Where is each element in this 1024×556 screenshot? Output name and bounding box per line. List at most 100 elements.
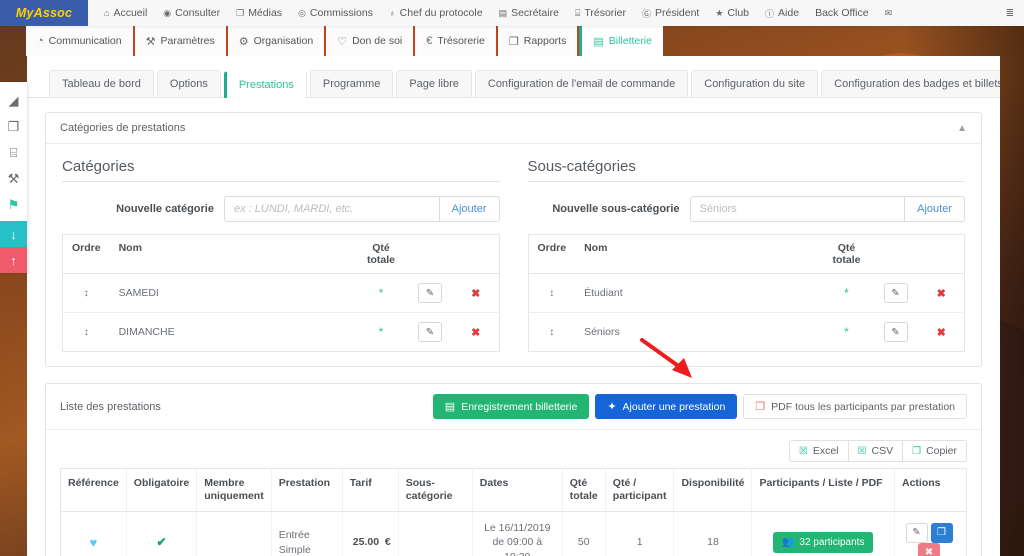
edit-icon[interactable]: ✎	[418, 283, 442, 303]
row-tarif: 25.00 €	[342, 511, 399, 556]
subcategory-order-handle[interactable]: ↕	[528, 312, 576, 352]
tab-prestations[interactable]: Prestations	[223, 71, 307, 98]
module-item-label: Communication	[48, 35, 122, 47]
button-label: Enregistrement billetterie	[461, 400, 578, 413]
categories-heading: Catégories	[62, 158, 500, 182]
ajouter-une-prestation-button[interactable]: ✦ Ajouter une prestation	[595, 394, 738, 419]
tab-programme[interactable]: Programme	[309, 70, 394, 97]
new-category-form: Nouvelle catégorie Ajouter	[62, 196, 500, 222]
arrow-up-icon[interactable]: ↑	[0, 247, 27, 273]
globe-icon: Ⓖ	[641, 8, 651, 19]
delete-icon[interactable]: ✖	[918, 542, 940, 556]
topnav-item-0[interactable]: ⌂ Accueil	[96, 0, 155, 26]
subcategory-order-handle[interactable]: ↕	[528, 273, 576, 313]
add-subcategory-button[interactable]: Ajouter	[904, 196, 965, 222]
topnav-item-label: Trésorier	[584, 7, 626, 19]
tab-configuration-des-badges-et-billets[interactable]: Configuration des badges et billets	[821, 70, 1000, 97]
enregistrement-billetterie-button[interactable]: ▤ Enregistrement billetterie	[432, 394, 590, 419]
subcategories-heading: Sous-catégories	[527, 158, 965, 182]
prestations-col-9: Disponibilité	[673, 468, 753, 513]
tab-tableau-de-bord[interactable]: Tableau de bord	[49, 70, 154, 97]
module-item-billetterie[interactable]: ▤ Billetterie	[579, 26, 663, 56]
subcategory-qty: *	[820, 273, 873, 313]
topnav-item-5[interactable]: ▤ Secrétaire	[491, 0, 567, 26]
gears-icon: ⚙	[238, 35, 249, 48]
category-col-1: Nom	[109, 234, 355, 274]
delete-icon[interactable]: ✖	[929, 283, 954, 303]
tab-options[interactable]: Options	[156, 70, 221, 97]
module-item-rapports[interactable]: ❐ Rapports	[497, 26, 580, 56]
chevron-up-icon[interactable]: ▲	[957, 123, 967, 134]
row-disponibilite: 18	[673, 511, 753, 556]
edit-icon[interactable]: ✎	[883, 283, 908, 303]
plus-icon: ✦	[607, 401, 617, 413]
prestations-col-8: Qté / participant	[605, 468, 675, 513]
wrench-icon[interactable]: ⚒	[0, 166, 27, 192]
topnav-item-4[interactable]: ♁ Chef du protocole	[381, 0, 491, 26]
categories-panel-header[interactable]: Catégories de prestations ▲	[46, 113, 981, 144]
map-pin-icon[interactable]: ⚑	[0, 192, 27, 218]
new-subcategory-input[interactable]	[689, 196, 905, 222]
categories-panel-body: Catégories Nouvelle catégorie Ajouter Or…	[46, 144, 981, 366]
delete-icon[interactable]: ✖	[929, 322, 954, 342]
tab-configuration-du-site[interactable]: Configuration du site	[691, 70, 819, 97]
new-category-input[interactable]	[224, 196, 439, 222]
banknote-icon[interactable]: ⌸	[0, 140, 27, 166]
edit-icon[interactable]: ✎	[418, 322, 442, 342]
topnav-item-label: Commissions	[309, 7, 373, 19]
edit-icon[interactable]: ✎	[883, 322, 908, 342]
topnav-item-2[interactable]: ❐ Médias	[228, 0, 290, 26]
export-excel-button[interactable]: ☒ Excel	[788, 440, 849, 462]
module-item-communication[interactable]: ◔ Communication	[26, 26, 135, 56]
topnav-item-1[interactable]: ◉ Consulter	[155, 0, 228, 26]
module-item-param-tres[interactable]: ⚒ Paramètres	[134, 26, 228, 56]
button-label: Ajouter une prestation	[622, 400, 726, 413]
copy-icon: ❐	[508, 35, 519, 48]
tab-configuration-de-l-email-de-commande[interactable]: Configuration de l'email de commande	[474, 70, 689, 97]
module-item-don-de-soi[interactable]: ♡ Don de soi	[326, 26, 416, 56]
file-icon: ❐	[236, 7, 245, 18]
pdf-icon: ❐	[755, 401, 766, 413]
duplicate-icon[interactable]: ❐	[930, 522, 953, 543]
csv-icon: ☒	[857, 445, 867, 457]
tab-page-libre[interactable]: Page libre	[396, 70, 472, 97]
subcategory-col-3	[872, 234, 919, 274]
pdf-tous-les-participants-par-prestation-button[interactable]: ❐ PDF tous les participants par prestatio…	[743, 394, 967, 419]
topnav-item-8[interactable]: ★ Club	[707, 0, 757, 26]
trophy-icon: ♁	[388, 8, 396, 18]
badge-icon: ◎	[298, 7, 306, 18]
export-copier-button[interactable]: ❐ Copier	[902, 440, 967, 462]
topnav-item-9[interactable]: ⓘ Aide	[757, 0, 807, 26]
document-icon[interactable]: ❐	[0, 114, 27, 140]
category-name: SAMEDI	[109, 273, 355, 313]
prestations-list-panel: Liste des prestations ▤ Enregistrement bi…	[45, 383, 982, 556]
export-csv-button[interactable]: ☒ CSV	[847, 440, 904, 462]
edit-icon[interactable]: ✎	[905, 522, 928, 543]
topnav-item-7[interactable]: Ⓖ Président	[634, 0, 707, 26]
row-reference: ♥	[60, 511, 127, 556]
tab-label: Tableau de bord	[62, 78, 141, 90]
topnav-item-10[interactable]: Back Office	[807, 0, 877, 26]
tab-label: Options	[169, 78, 208, 90]
module-item-organisation[interactable]: ⚙ Organisation	[227, 26, 327, 56]
button-label: Excel	[812, 445, 839, 457]
module-item-tr-sorerie[interactable]: € Trésorerie	[415, 26, 498, 56]
money-icon: ⌸	[574, 7, 581, 18]
category-order-handle[interactable]: ↕	[62, 273, 110, 313]
add-category-button[interactable]: Ajouter	[438, 196, 500, 222]
topnav-item-6[interactable]: ⌸ Trésorier	[567, 0, 634, 26]
module-item-label: Organisation	[253, 35, 314, 47]
topnav-item-3[interactable]: ◎ Commissions	[290, 0, 381, 26]
delete-icon[interactable]: ✖	[463, 322, 488, 342]
arrow-down-icon[interactable]: ↓	[0, 221, 27, 247]
row-participants: 👥 32 participants	[751, 511, 895, 556]
categories-panel: Catégories de prestations ▲ Catégories N…	[45, 112, 982, 367]
chart-icon[interactable]: ◢	[0, 88, 27, 114]
delete-icon[interactable]: ✖	[463, 283, 488, 303]
category-order-handle[interactable]: ↕	[62, 312, 110, 352]
list-icon[interactable]: ≣	[1006, 8, 1024, 19]
module-item-label: Trésorerie	[437, 35, 485, 47]
topnav-item-11[interactable]: ✉	[877, 0, 905, 26]
row-dates: Le 16/11/2019de 09:00 à 19:30	[472, 511, 563, 556]
brand-logo[interactable]: MyAssoc	[0, 0, 88, 26]
